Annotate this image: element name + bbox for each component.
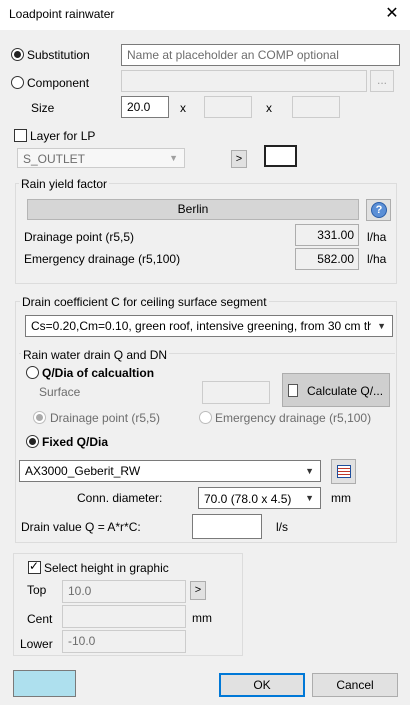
substitution-label: Substitution: [27, 48, 90, 62]
drain-value-input[interactable]: [192, 514, 262, 539]
product-table-button[interactable]: [331, 459, 356, 484]
size-label: Size: [31, 101, 55, 115]
emergency-drainage-option-label: Emergency drainage (r5,100): [215, 411, 372, 425]
cent-input[interactable]: [62, 605, 186, 628]
color-swatch-button[interactable]: [13, 670, 76, 697]
conn-diameter-label: Conn. diameter:: [77, 491, 163, 505]
drainage-point-radio[interactable]: [33, 411, 46, 424]
rain-yield-group-label: Rain yield factor: [19, 177, 110, 191]
select-height-checkbox[interactable]: ✓: [28, 559, 41, 574]
drainage-point-value: 331.00: [295, 224, 359, 246]
size-height-input[interactable]: [292, 96, 340, 118]
substitution-name-input[interactable]: Name at placeholder an COMP optional: [121, 44, 400, 66]
cancel-button[interactable]: Cancel: [312, 673, 398, 697]
conn-diameter-value: 70.0 (78.0 x 4.5): [204, 492, 292, 506]
component-label: Component: [27, 76, 90, 90]
drain-value-unit: l/s: [276, 520, 288, 534]
calc-q-radio[interactable]: [26, 366, 39, 379]
drain-coefficient-value: Cs=0.20,Cm=0.10, green roof, intensive g…: [31, 319, 371, 333]
drainage-point-option-label: Drainage point (r5,5): [50, 411, 161, 425]
table-icon: [337, 465, 351, 478]
component-browse-button[interactable]: ...: [370, 70, 394, 92]
chevron-down-icon: ▼: [377, 321, 386, 331]
help-button[interactable]: ?: [366, 199, 391, 221]
drain-coefficient-select[interactable]: Cs=0.20,Cm=0.10, green roof, intensive g…: [25, 315, 393, 337]
city-button[interactable]: Berlin: [27, 199, 359, 220]
chevron-down-icon: ▼: [169, 153, 178, 163]
emergency-drainage-radio[interactable]: [199, 411, 212, 424]
layer-color-button[interactable]: [264, 145, 297, 167]
size-depth-input[interactable]: [204, 96, 252, 118]
ok-button[interactable]: OK: [219, 673, 305, 697]
calculator-icon: [288, 384, 298, 397]
help-icon: ?: [371, 202, 387, 218]
calc-q-label: Q/Dia of calcualtion: [42, 366, 155, 380]
emergency-drainage-label: Emergency drainage (r5,100): [24, 252, 181, 266]
product-value: AX3000_Geberit_RW: [25, 464, 141, 478]
drain-coefficient-group-label: Drain coefficient C for ceiling surface …: [20, 295, 269, 309]
cent-label: Cent: [27, 612, 53, 626]
close-icon[interactable]: ✕: [381, 3, 403, 25]
layer-value: S_OUTLET: [23, 152, 86, 166]
chevron-down-icon: ▼: [305, 493, 314, 503]
size-x-separator-1: x: [180, 101, 186, 115]
fixed-q-radio[interactable]: [26, 435, 39, 448]
conn-diameter-select[interactable]: 70.0 (78.0 x 4.5) ▼: [198, 487, 321, 509]
fixed-q-label: Fixed Q/Dia: [42, 435, 109, 449]
chevron-down-icon: ▼: [305, 466, 314, 476]
product-select[interactable]: AX3000_Geberit_RW ▼: [19, 460, 321, 482]
top-input[interactable]: 10.0: [62, 580, 186, 603]
conn-diameter-unit: mm: [331, 491, 351, 505]
top-more-button[interactable]: >: [190, 581, 206, 600]
substitution-placeholder: Name at placeholder an COMP optional: [127, 48, 339, 62]
component-radio[interactable]: [11, 76, 24, 89]
calculate-q-label: Calculate Q/...: [307, 384, 384, 398]
height-unit: mm: [192, 611, 212, 625]
window-title: Loadpoint rainwater: [9, 7, 115, 21]
rain-water-drain-label: Rain water drain Q and DN: [21, 348, 170, 362]
emergency-drainage-value: 582.00: [295, 248, 359, 270]
drainage-point-label: Drainage point (r5,5): [24, 230, 135, 244]
select-height-label: Select height in graphic: [44, 561, 169, 575]
layer-checkbox[interactable]: [14, 129, 27, 142]
surface-input[interactable]: [202, 381, 270, 404]
surface-label: Surface: [39, 385, 81, 399]
lower-input[interactable]: -10.0: [62, 630, 186, 653]
size-width-input[interactable]: 20.0: [121, 96, 169, 118]
drain-value-label: Drain value Q = A*r*C:: [21, 520, 141, 534]
drainage-point-unit: l/ha: [367, 230, 387, 244]
top-label: Top: [27, 583, 47, 597]
layer-more-button[interactable]: >: [231, 150, 247, 168]
layer-label: Layer for LP: [30, 129, 96, 143]
size-x-separator-2: x: [266, 101, 272, 115]
calculate-q-button[interactable]: Calculate Q/...: [282, 373, 390, 407]
emergency-drainage-unit: l/ha: [367, 252, 387, 266]
checkmark-icon: ✓: [29, 559, 40, 573]
layer-select[interactable]: S_OUTLET ▼: [17, 148, 185, 168]
lower-label: Lower: [20, 637, 53, 651]
substitution-radio[interactable]: [11, 48, 24, 61]
component-input[interactable]: [121, 70, 367, 92]
